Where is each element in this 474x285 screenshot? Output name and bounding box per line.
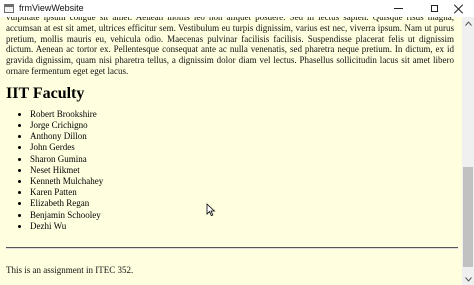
- faculty-list-item: Benjamin Schooley: [30, 210, 454, 221]
- faculty-list-item: Anthony Dillon: [30, 131, 454, 142]
- form-window-icon: [4, 4, 14, 13]
- mouse-cursor-icon: [206, 203, 216, 217]
- faculty-list-item: Sharon Gumina: [30, 154, 454, 165]
- page-content: vulputate ipsum congue sit amet. Aenean …: [6, 17, 454, 232]
- faculty-list-item: Neset Hikmet: [30, 165, 454, 176]
- web-browser-view[interactable]: vulputate ipsum congue sit amet. Aenean …: [0, 17, 462, 285]
- scrollbar-thumb[interactable]: [463, 167, 473, 267]
- minimize-icon: [393, 8, 403, 9]
- chevron-down-icon: [464, 276, 472, 282]
- close-icon: [454, 4, 464, 14]
- horizontal-rule: [6, 247, 458, 249]
- faculty-list-item: Karen Patten: [30, 187, 454, 198]
- lorem-paragraph: vulputate ipsum congue sit amet. Aenean …: [6, 17, 454, 76]
- faculty-list-item: Robert Brookshire: [30, 109, 454, 120]
- scroll-up-button[interactable]: [462, 17, 474, 29]
- faculty-list: Robert Brookshire Jorge Crichigno Anthon…: [6, 109, 454, 232]
- maximize-icon: [430, 5, 438, 12]
- close-button[interactable]: [444, 0, 474, 17]
- faculty-list-item: Elizabeth Regan: [30, 198, 454, 209]
- faculty-list-item: Jorge Crichigno: [30, 120, 454, 131]
- faculty-list-item: Dezhi Wu: [30, 221, 454, 232]
- title-bar: frmViewWebsite: [0, 0, 474, 17]
- faculty-heading: IIT Faculty: [6, 84, 85, 102]
- chevron-up-icon: [464, 20, 472, 26]
- minimize-button[interactable]: [380, 0, 416, 17]
- scroll-down-button[interactable]: [462, 273, 474, 285]
- faculty-list-item: Kenneth Mulchahey: [30, 176, 454, 187]
- footer-text: This is an assignment in ITEC 352.: [6, 265, 134, 275]
- vertical-scrollbar[interactable]: [462, 17, 474, 285]
- faculty-list-item: John Gerdes: [30, 142, 454, 153]
- window-title: frmViewWebsite: [19, 3, 84, 13]
